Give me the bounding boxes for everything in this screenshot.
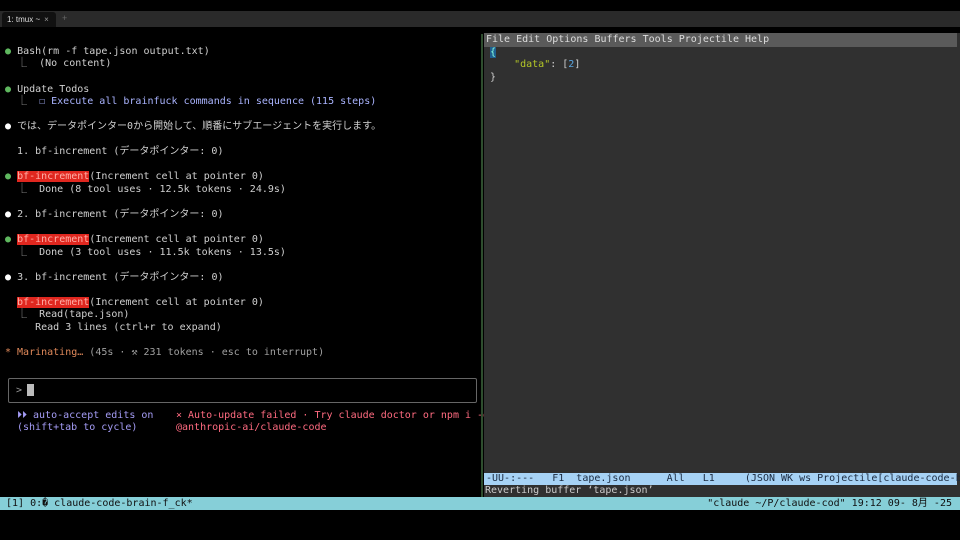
emacs-modeline: -UU-:--- F1 tape.json All L1 (JSON WK ws… bbox=[484, 473, 960, 485]
agent-name: bf-increment bbox=[17, 297, 90, 308]
intro-text: では、データポインター0から開始して、順番にサブエージェントを実行します。 bbox=[17, 121, 382, 132]
success-dot-icon: ● bbox=[5, 84, 12, 95]
agent-call-3: bf-increment(Increment cell at pointer 0… bbox=[5, 297, 264, 309]
read-result-line: Read 3 lines (ctrl+r to expand) bbox=[5, 322, 222, 334]
json-punct: : [ bbox=[550, 59, 569, 70]
todo-item: ☐ Execute all brainfuck commands in sequ… bbox=[39, 96, 377, 107]
read-call: Read(tape.json) bbox=[39, 309, 130, 320]
menu-edit[interactable]: Edit bbox=[516, 34, 540, 45]
prompt-input[interactable] bbox=[8, 378, 477, 403]
read-result: Read 3 lines (ctrl+r to expand) bbox=[35, 322, 222, 333]
agent-name: bf-increment bbox=[17, 234, 90, 245]
step-1-text: 1. bf-increment (データポインター: 0) bbox=[17, 146, 224, 157]
cycle-hint: (shift+tab to cycle) bbox=[17, 422, 138, 433]
menu-file[interactable]: File bbox=[486, 34, 510, 45]
step-3: ● 3. bf-increment (データポインター: 0) bbox=[5, 272, 224, 284]
success-dot-icon: ● bbox=[5, 171, 12, 182]
emacs-menu-bar: File Edit Options Buffers Tools Projecti… bbox=[484, 33, 957, 47]
bash-result-line: ⎿ (No content) bbox=[5, 58, 112, 69]
step-1: 1. bf-increment (データポインター: 0) bbox=[5, 146, 223, 158]
read-call-line: ⎿ Read(tape.json) bbox=[5, 309, 130, 320]
done-1: Done (8 tool uses · 12.5k tokens · 24.9s… bbox=[39, 184, 286, 195]
status-line: * Marinating… (45s · ⚒ 231 tokens · esc … bbox=[5, 347, 324, 359]
todo-item-line: ⎿ ☐ Execute all brainfuck commands in se… bbox=[5, 96, 377, 107]
step-3-text: 3. bf-increment (データポインター: 0) bbox=[17, 272, 224, 283]
agent-result-1: ⎿ Done (8 tool uses · 12.5k tokens · 24.… bbox=[5, 184, 286, 195]
menu-options[interactable]: Options bbox=[546, 34, 588, 45]
code-line-2: "data": [2] bbox=[490, 59, 580, 72]
success-dot-icon: ● bbox=[5, 234, 12, 245]
tab-bar bbox=[0, 11, 960, 27]
intro-line: ● では、データポインター0から開始して、順番にサブエージェントを実行します。 bbox=[5, 121, 381, 133]
json-punct: ] bbox=[574, 59, 581, 70]
tmux-status-right: "claude ~/P/claude-cod" 19:12 09- 8月 -25 bbox=[707, 498, 952, 509]
code-line-3: } bbox=[490, 72, 496, 85]
bash-result: (No content) bbox=[39, 58, 112, 69]
success-dot-icon: ● bbox=[5, 46, 12, 57]
pane-divider[interactable] bbox=[481, 34, 483, 497]
todos-title: Update Todos bbox=[17, 84, 90, 95]
done-2: Done (3 tool uses · 11.5k tokens · 13.5s… bbox=[39, 247, 286, 258]
prompt-symbol: > bbox=[16, 385, 23, 396]
text-cursor bbox=[27, 384, 34, 396]
update-error: × Auto-update failed · Try claude doctor… bbox=[176, 410, 490, 421]
close-brace: } bbox=[490, 72, 497, 83]
agent-name: bf-increment bbox=[17, 171, 90, 182]
tab-tmux[interactable]: 1: tmux ~ × bbox=[2, 12, 56, 27]
step-2: ● 2. bf-increment (データポインター: 0) bbox=[5, 209, 224, 221]
emacs-pane[interactable] bbox=[484, 33, 960, 497]
step-2-text: 2. bf-increment (データポインター: 0) bbox=[17, 209, 224, 220]
code-line-1: { bbox=[490, 47, 497, 60]
message-dot-icon: ● bbox=[5, 209, 12, 220]
message-dot-icon: ● bbox=[5, 121, 12, 132]
agent-args: (Increment cell at pointer 0) bbox=[89, 297, 264, 308]
auto-accept-status: ⏵⏵ auto-accept edits on bbox=[17, 410, 154, 421]
menu-buffers[interactable]: Buffers bbox=[594, 34, 636, 45]
agent-args: (Increment cell at pointer 0) bbox=[89, 234, 264, 245]
agent-call-1: ● bf-increment(Increment cell at pointer… bbox=[5, 171, 264, 183]
todos-line: ● Update Todos bbox=[5, 84, 89, 96]
open-brace: { bbox=[490, 47, 497, 58]
close-icon[interactable]: × bbox=[44, 15, 49, 24]
menu-help[interactable]: Help bbox=[745, 34, 769, 45]
tmux-window-list[interactable]: [1] 0:� claude-code-brain-f_ck* bbox=[6, 497, 193, 510]
menu-projectile[interactable]: Projectile bbox=[679, 34, 739, 45]
bash-call: Bash(rm -f tape.json output.txt) bbox=[17, 46, 210, 57]
message-dot-icon: ● bbox=[5, 272, 12, 283]
bash-call-line: ● Bash(rm -f tape.json output.txt) bbox=[5, 46, 210, 58]
update-package: @anthropic-ai/claude-code bbox=[176, 422, 327, 433]
json-key: "data" bbox=[514, 59, 551, 70]
agent-call-2: ● bf-increment(Increment cell at pointer… bbox=[5, 234, 264, 246]
status-detail: (45s · ⚒ 231 tokens · esc to interrupt) bbox=[83, 347, 325, 358]
new-tab-button[interactable]: + bbox=[62, 13, 67, 23]
agent-result-2: ⎿ Done (3 tool uses · 11.5k tokens · 13.… bbox=[5, 247, 286, 258]
status-word: * Marinating… bbox=[5, 347, 84, 358]
menu-tools[interactable]: Tools bbox=[643, 34, 673, 45]
emacs-echo-area: Reverting buffer ‘tape.json’ bbox=[485, 485, 654, 496]
agent-args: (Increment cell at pointer 0) bbox=[89, 171, 264, 182]
tab-label: 1: tmux ~ bbox=[7, 15, 41, 24]
